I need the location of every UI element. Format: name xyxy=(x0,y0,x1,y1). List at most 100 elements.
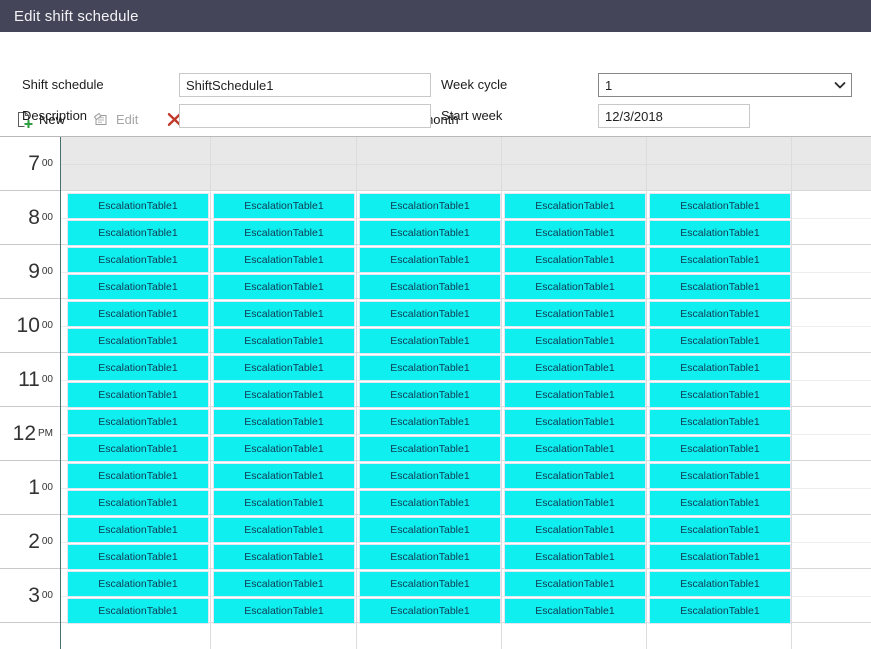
calendar-event[interactable]: EscalationTable1 xyxy=(359,355,501,381)
calendar-event[interactable]: EscalationTable1 xyxy=(67,220,209,246)
week-cycle-select[interactable]: 1 xyxy=(598,73,852,97)
calendar-event[interactable]: EscalationTable1 xyxy=(649,571,791,597)
calendar-event[interactable]: EscalationTable1 xyxy=(504,301,646,327)
calendar-event[interactable]: EscalationTable1 xyxy=(67,544,209,570)
calendar-event[interactable]: EscalationTable1 xyxy=(213,517,355,543)
day-separator xyxy=(501,137,502,649)
description-input[interactable] xyxy=(179,104,431,128)
calendar-event[interactable]: EscalationTable1 xyxy=(649,463,791,489)
calendar-event[interactable]: EscalationTable1 xyxy=(213,571,355,597)
calendar-event-label: EscalationTable1 xyxy=(535,524,615,536)
calendar-event[interactable]: EscalationTable1 xyxy=(359,544,501,570)
calendar-event[interactable]: EscalationTable1 xyxy=(359,571,501,597)
calendar-event[interactable]: EscalationTable1 xyxy=(213,463,355,489)
shift-calendar[interactable]: EscalationTable1 EscalationTable1 Escalati… xyxy=(0,136,871,649)
start-week-input[interactable] xyxy=(598,104,750,128)
calendar-event[interactable]: EscalationTable1 xyxy=(504,382,646,408)
calendar-event-label: EscalationTable1 xyxy=(535,470,615,482)
calendar-event-label: EscalationTable1 xyxy=(98,497,178,509)
calendar-event[interactable]: EscalationTable1 xyxy=(67,517,209,543)
calendar-event[interactable]: EscalationTable1 xyxy=(504,220,646,246)
calendar-event[interactable]: EscalationTable1 xyxy=(504,193,646,219)
calendar-event[interactable]: EscalationTable1 xyxy=(359,517,501,543)
calendar-event[interactable]: EscalationTable1 xyxy=(213,490,355,516)
calendar-event[interactable]: EscalationTable1 xyxy=(359,436,501,462)
calendar-event[interactable]: EscalationTable1 xyxy=(649,409,791,435)
shift-schedule-input[interactable] xyxy=(179,73,431,97)
calendar-event-label: EscalationTable1 xyxy=(390,578,470,590)
calendar-event[interactable]: EscalationTable1 xyxy=(213,301,355,327)
calendar-event[interactable]: EscalationTable1 xyxy=(67,409,209,435)
calendar-event[interactable]: EscalationTable1 xyxy=(359,490,501,516)
calendar-event[interactable]: EscalationTable1 xyxy=(67,328,209,354)
calendar-event[interactable]: EscalationTable1 xyxy=(504,490,646,516)
calendar-event[interactable]: EscalationTable1 xyxy=(504,274,646,300)
calendar-event[interactable]: EscalationTable1 xyxy=(359,193,501,219)
time-gutter-hour: 10 00 xyxy=(0,299,60,353)
calendar-event[interactable]: EscalationTable1 xyxy=(67,355,209,381)
calendar-event[interactable]: EscalationTable1 xyxy=(649,355,791,381)
calendar-event[interactable]: EscalationTable1 xyxy=(649,436,791,462)
calendar-event[interactable]: EscalationTable1 xyxy=(213,328,355,354)
calendar-event[interactable]: EscalationTable1 xyxy=(504,571,646,597)
calendar-event[interactable]: EscalationTable1 xyxy=(67,463,209,489)
calendar-event[interactable]: EscalationTable1 xyxy=(504,544,646,570)
calendar-event[interactable]: EscalationTable1 xyxy=(67,274,209,300)
calendar-event[interactable]: EscalationTable1 xyxy=(213,274,355,300)
calendar-event[interactable]: EscalationTable1 xyxy=(359,247,501,273)
calendar-event[interactable]: EscalationTable1 xyxy=(649,517,791,543)
calendar-event[interactable]: EscalationTable1 xyxy=(359,382,501,408)
calendar-event[interactable]: EscalationTable1 xyxy=(67,598,209,624)
calendar-event[interactable]: EscalationTable1 xyxy=(213,355,355,381)
calendar-event[interactable]: EscalationTable1 xyxy=(649,274,791,300)
calendar-event[interactable]: EscalationTable1 xyxy=(67,247,209,273)
calendar-event[interactable]: EscalationTable1 xyxy=(649,382,791,408)
calendar-event[interactable]: EscalationTable1 xyxy=(649,193,791,219)
calendar-event[interactable]: EscalationTable1 xyxy=(67,193,209,219)
calendar-event[interactable]: EscalationTable1 xyxy=(649,598,791,624)
time-gutter-hour: 12 PM xyxy=(0,407,60,461)
calendar-event[interactable]: EscalationTable1 xyxy=(213,193,355,219)
calendar-event[interactable]: EscalationTable1 xyxy=(67,490,209,516)
start-week-label: Start week xyxy=(441,108,503,123)
calendar-event[interactable]: EscalationTable1 xyxy=(359,598,501,624)
calendar-event-label: EscalationTable1 xyxy=(535,362,615,374)
calendar-event[interactable]: EscalationTable1 xyxy=(649,490,791,516)
calendar-event[interactable]: EscalationTable1 xyxy=(213,409,355,435)
calendar-event[interactable]: EscalationTable1 xyxy=(359,274,501,300)
calendar-event[interactable]: EscalationTable1 xyxy=(359,463,501,489)
calendar-event[interactable]: EscalationTable1 xyxy=(504,598,646,624)
hour-suffix: 00 xyxy=(41,211,53,223)
calendar-event-label: EscalationTable1 xyxy=(680,416,760,428)
calendar-event[interactable]: EscalationTable1 xyxy=(359,409,501,435)
calendar-event[interactable]: EscalationTable1 xyxy=(504,355,646,381)
calendar-event[interactable]: EscalationTable1 xyxy=(213,220,355,246)
calendar-event[interactable]: EscalationTable1 xyxy=(504,247,646,273)
calendar-event[interactable]: EscalationTable1 xyxy=(359,301,501,327)
hour-number: 11 xyxy=(18,368,40,391)
calendar-event[interactable]: EscalationTable1 xyxy=(504,436,646,462)
calendar-event[interactable]: EscalationTable1 xyxy=(67,571,209,597)
calendar-event[interactable]: EscalationTable1 xyxy=(359,220,501,246)
calendar-event[interactable]: EscalationTable1 xyxy=(213,247,355,273)
edit-button[interactable]: Edit xyxy=(91,108,148,131)
calendar-event[interactable]: EscalationTable1 xyxy=(504,517,646,543)
calendar-event[interactable]: EscalationTable1 xyxy=(504,463,646,489)
calendar-event[interactable]: EscalationTable1 xyxy=(213,598,355,624)
schedule-form: Shift schedule Description Week cycle 1 … xyxy=(0,32,871,128)
calendar-event[interactable]: EscalationTable1 xyxy=(67,382,209,408)
calendar-event[interactable]: EscalationTable1 xyxy=(213,544,355,570)
calendar-event[interactable]: EscalationTable1 xyxy=(67,301,209,327)
calendar-event[interactable]: EscalationTable1 xyxy=(649,328,791,354)
calendar-event[interactable]: EscalationTable1 xyxy=(649,247,791,273)
calendar-event[interactable]: EscalationTable1 xyxy=(649,220,791,246)
calendar-event[interactable]: EscalationTable1 xyxy=(649,301,791,327)
calendar-event[interactable]: EscalationTable1 xyxy=(213,382,355,408)
calendar-event[interactable]: EscalationTable1 xyxy=(504,409,646,435)
calendar-event[interactable]: EscalationTable1 xyxy=(504,328,646,354)
calendar-event[interactable]: EscalationTable1 xyxy=(67,436,209,462)
calendar-event[interactable]: EscalationTable1 xyxy=(213,436,355,462)
calendar-events-layer[interactable]: EscalationTable1 EscalationTable1 Escalati… xyxy=(61,137,871,649)
calendar-event[interactable]: EscalationTable1 xyxy=(359,328,501,354)
calendar-event[interactable]: EscalationTable1 xyxy=(649,544,791,570)
